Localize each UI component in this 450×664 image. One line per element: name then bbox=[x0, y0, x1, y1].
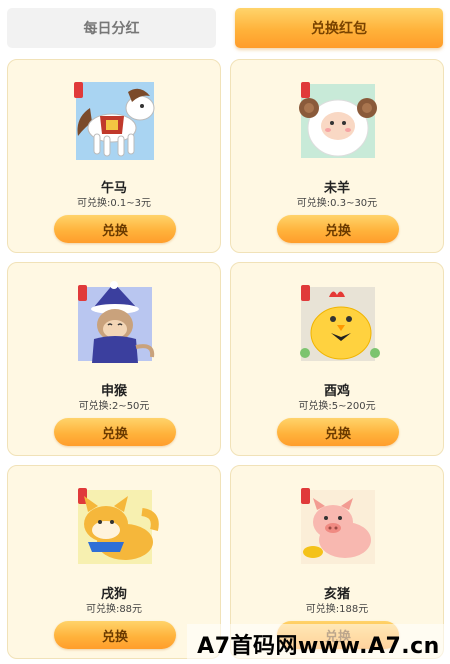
pig-zodiac-icon bbox=[301, 488, 375, 564]
zodiac-card-monkey: 申猴 可兑换:2~50元 兑换 bbox=[7, 262, 221, 456]
redeem-range: 可兑换:5~200元 bbox=[298, 401, 376, 412]
redeem-button-rooster[interactable]: 兑换 bbox=[277, 418, 399, 446]
redeem-range: 可兑换:188元 bbox=[305, 604, 369, 615]
redeem-range: 可兑换:0.1~3元 bbox=[76, 198, 151, 209]
zodiac-card-grid: 午马 可兑换:0.1~3元 兑换 未羊 可兑换:0.3~30元 兑换 申猴 可兑… bbox=[0, 0, 450, 664]
dog-zodiac-icon bbox=[78, 488, 159, 564]
zodiac-card-sheep: 未羊 可兑换:0.3~30元 兑换 bbox=[230, 59, 444, 253]
monkey-zodiac-icon bbox=[78, 281, 155, 363]
redeem-range: 可兑换:2~50元 bbox=[78, 401, 150, 412]
sheep-zodiac-icon bbox=[299, 82, 377, 158]
zodiac-card-horse: 午马 可兑换:0.1~3元 兑换 bbox=[7, 59, 221, 253]
rooster-zodiac-icon bbox=[300, 285, 380, 361]
zodiac-card-rooster: 酉鸡 可兑换:5~200元 兑换 bbox=[230, 262, 444, 456]
redeem-range: 可兑换:88元 bbox=[85, 604, 143, 615]
redeem-button-sheep[interactable]: 兑换 bbox=[277, 215, 399, 243]
redeem-range: 可兑换:0.3~30元 bbox=[296, 198, 378, 209]
horse-zodiac-icon bbox=[74, 82, 155, 160]
redeem-button-dog[interactable]: 兑换 bbox=[54, 621, 176, 649]
site-watermark: A7首码网www.A7.cn bbox=[187, 624, 450, 664]
redeem-button-monkey[interactable]: 兑换 bbox=[54, 418, 176, 446]
redeem-button-horse[interactable]: 兑换 bbox=[54, 215, 176, 243]
